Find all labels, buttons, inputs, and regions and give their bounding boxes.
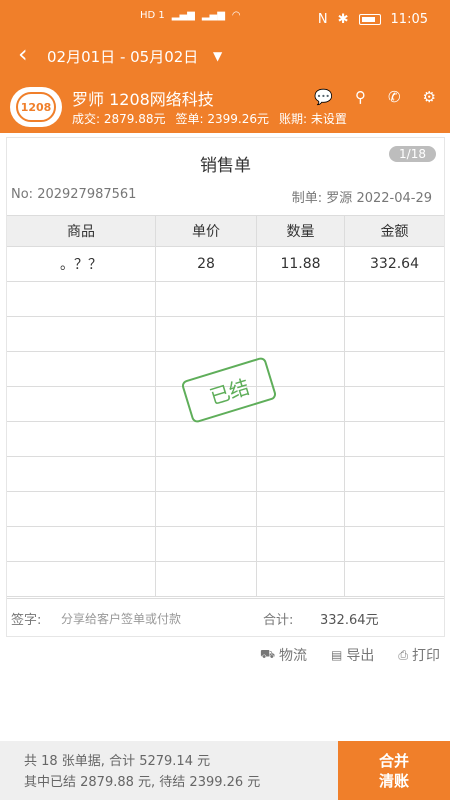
date-range-selector[interactable]: 02月01日 - 05月02日 — [47, 46, 198, 67]
bluetooth-icon: ✱ — [337, 12, 349, 27]
deal-amount: 成交: 2879.88元 — [72, 112, 166, 126]
back-chevron-icon[interactable]: ‹ — [18, 42, 28, 66]
header-amount: 金额 — [380, 224, 409, 240]
footer-summary: 共 18 张单据, 合计 5279.14 元 其中已结 2879.88 元, 待… — [0, 741, 450, 800]
signature-row: 签字: 分享给客户签单或付款 合计: 332.64元 — [7, 598, 444, 636]
header: HD 1 ▂▄▆ ▂▄▆ ◠ N ✱ 11:05 ‹ 02月01日 - 05月0… — [0, 0, 450, 133]
export-icon: ▤ — [331, 648, 343, 662]
summary-line-2: 其中已结 2879.88 元, 待结 2399.26 元 — [24, 775, 261, 790]
settle-label: 清账 — [378, 771, 409, 790]
wifi-icon: ◠ — [231, 10, 241, 21]
logistics-button[interactable]: ⛟ 物流 — [260, 645, 307, 665]
nfc-icon: N — [317, 12, 328, 27]
location-icon[interactable]: ⚲ — [355, 88, 366, 106]
signal-icon-2: ▂▄▆ — [201, 10, 225, 21]
signal-icon: ▂▄▆ — [171, 10, 195, 21]
phone-icon[interactable]: ✆ — [388, 88, 401, 106]
settings-icon[interactable]: ⚙ — [423, 88, 436, 106]
truck-icon: ⛟ — [259, 647, 276, 661]
merge-settle-button[interactable]: 合并 清账 — [338, 741, 450, 800]
export-label: 导出 — [346, 648, 375, 664]
printer-icon: ⎙ — [398, 647, 408, 662]
message-icon[interactable]: 💬 — [314, 88, 333, 106]
table-row-empty — [7, 527, 444, 562]
order-maker: 制单: 罗源 2022-04-29 — [291, 191, 432, 206]
table-row-empty — [7, 422, 444, 457]
export-button[interactable]: ▤ 导出 — [331, 645, 374, 665]
total-value: 332.64元 — [320, 613, 379, 628]
total-label: 合计: — [263, 613, 294, 628]
cell-price: 28 — [156, 247, 257, 281]
table-row-empty — [7, 457, 444, 492]
cell-quantity: 11.88 — [257, 247, 345, 281]
shop-actions: 💬 ⚲ ✆ ⚙ — [314, 88, 436, 106]
table-row-empty — [7, 492, 444, 527]
page-indicator: 1/18 — [389, 146, 436, 162]
navbar: ‹ 02月01日 - 05月02日 ▼ — [0, 40, 450, 74]
table-row-empty — [7, 562, 444, 597]
print-button[interactable]: ⎙ 打印 — [398, 645, 440, 665]
shop-name: 罗师 1208网络科技 — [72, 90, 214, 109]
shop-bar: 1208 罗师 1208网络科技 成交: 2879.88元 签单: 2399.2… — [0, 84, 450, 132]
summary-line-1: 共 18 张单据, 合计 5279.14 元 — [24, 754, 211, 769]
cell-product: 。？？ — [7, 247, 156, 281]
logistics-label: 物流 — [279, 648, 308, 664]
signature-hint[interactable]: 分享给客户签单或付款 — [61, 610, 181, 627]
table-row-empty — [7, 282, 444, 317]
signature-label: 签字: — [11, 613, 42, 628]
status-bar: HD 1 ▂▄▆ ▂▄▆ ◠ N ✱ 11:05 — [0, 0, 450, 40]
sales-order-card: 销售单 1/18 No: 202927987561 制单: 罗源 2022-04… — [6, 137, 445, 637]
shop-logo: 1208 — [10, 87, 62, 127]
print-label: 打印 — [412, 648, 440, 664]
shop-stats: 成交: 2879.88元 签单: 2399.26元 账期: 未设置 — [72, 110, 347, 127]
logo-text: 1208 — [16, 92, 56, 122]
billing-period: 账期: 未设置 — [278, 112, 347, 126]
summary-text: 共 18 张单据, 合计 5279.14 元 其中已结 2879.88 元, 待… — [24, 751, 260, 793]
caret-down-icon[interactable]: ▼ — [213, 49, 222, 63]
clock: 11:05 — [390, 12, 428, 27]
header-price: 单价 — [156, 216, 257, 246]
order-actions: ⛟ 物流 ▤ 导出 ⎙ 打印 — [260, 645, 440, 665]
table-header: 商品 单价 数量 金额 — [7, 216, 444, 247]
order-title: 销售单 — [200, 156, 251, 176]
order-number: No: 202927987561 — [11, 187, 137, 202]
table-row-empty — [7, 317, 444, 352]
sim-badge: HD 1 — [140, 10, 165, 21]
battery-icon — [358, 14, 381, 25]
header-quantity: 数量 — [257, 216, 345, 246]
merge-label: 合并 — [378, 751, 409, 770]
header-product: 商品 — [7, 216, 156, 246]
signed-amount: 签单: 2399.26元 — [175, 112, 269, 126]
cell-amount: 332.64 — [370, 256, 419, 272]
table-row[interactable]: 。？？ 28 11.88 332.64 — [7, 247, 444, 282]
